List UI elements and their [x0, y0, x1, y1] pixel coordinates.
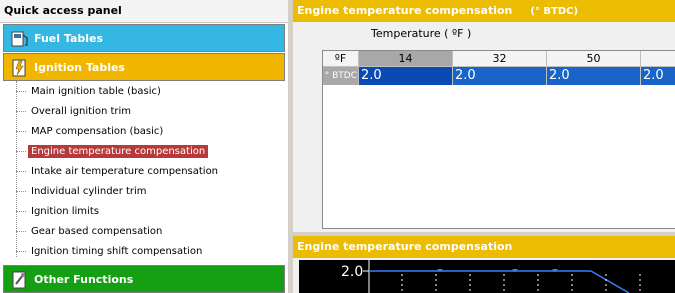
tree-item-intake-air-temperature-compensation[interactable]: Intake air temperature compensation: [16, 162, 221, 182]
group-other-functions[interactable]: Other Functions: [3, 265, 285, 293]
tree-item-individual-cylinder-trim[interactable]: Individual cylinder trim: [16, 182, 150, 202]
table-panel-unit: (° BTDC): [530, 6, 579, 17]
table-corner-cell: ºF: [323, 51, 359, 67]
group-other-label: Other Functions: [34, 273, 134, 286]
column-header[interactable]: 50: [547, 51, 641, 67]
table-panel: Engine temperature compensation (° BTDC) …: [293, 0, 675, 232]
table-panel-title: Engine temperature compensation: [297, 4, 513, 17]
tree-item-ignition-limits[interactable]: Ignition limits: [16, 202, 102, 222]
column-header[interactable]: 14: [359, 51, 453, 67]
group-fuel-tables[interactable]: Fuel Tables: [3, 24, 285, 52]
table-panel-header: Engine temperature compensation (° BTDC): [293, 0, 675, 22]
group-ignition-label: Ignition Tables: [34, 61, 125, 74]
tree-item-ignition-timing-shift-compensation[interactable]: Ignition timing shift compensation: [16, 242, 205, 262]
tree-item-map-compensation[interactable]: MAP compensation (basic): [16, 122, 166, 142]
table-cell[interactable]: 2.0: [547, 67, 641, 85]
row-header-btdc: ° BTDC: [323, 67, 359, 85]
group-ignition-tables[interactable]: Ignition Tables: [3, 53, 285, 81]
graph-plot: [363, 260, 641, 293]
tree-item-engine-temperature-compensation[interactable]: Engine temperature compensation: [16, 142, 209, 162]
ignition-tables-icon: [12, 59, 26, 77]
fuel-tables-icon: [11, 31, 28, 47]
chart-panel-header: Engine temperature compensation: [293, 236, 675, 258]
editor-area: Engine temperature compensation (° BTDC) …: [293, 0, 675, 293]
chart-panel-title: Engine temperature compensation: [297, 240, 513, 253]
tree-item-overall-ignition-trim[interactable]: Overall ignition trim: [16, 102, 134, 122]
chart-panel: Engine temperature compensation 2.0: [293, 236, 675, 293]
compensation-graph[interactable]: 2.0: [299, 260, 675, 293]
table-cell[interactable]: 2.0: [453, 67, 547, 85]
temperature-axis-label: Temperature ( ºF ): [371, 27, 472, 40]
compensation-table[interactable]: ºF 14 32 50 ° BTDC 2.0 2.0 2.0 2.0: [322, 50, 675, 229]
quick-access-panel: Quick access panel Fuel Tables Ignition …: [0, 0, 289, 293]
group-fuel-label: Fuel Tables: [34, 32, 104, 45]
column-header[interactable]: [641, 51, 675, 67]
column-header[interactable]: 32: [453, 51, 547, 67]
tree-item-main-ignition-table[interactable]: Main ignition table (basic): [16, 82, 164, 102]
tree-item-gear-based-compensation[interactable]: Gear based compensation: [16, 222, 165, 242]
ignition-tree: Main ignition table (basic) Overall igni…: [0, 81, 288, 264]
quick-access-title: Quick access panel: [0, 0, 288, 23]
table-cell[interactable]: 2.0: [359, 67, 453, 85]
table-cell[interactable]: 2.0: [641, 67, 675, 85]
other-functions-icon: [12, 271, 26, 289]
